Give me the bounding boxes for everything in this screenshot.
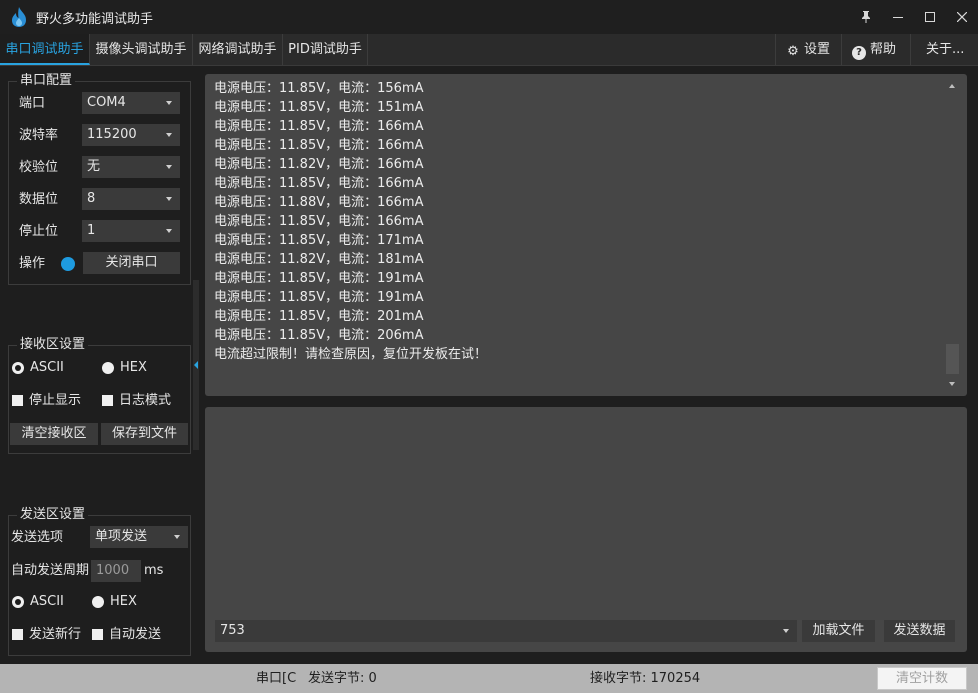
scroll-down-icon[interactable] bbox=[949, 382, 955, 386]
recv-line: 电源电压：11.82V，电流：181mA bbox=[214, 252, 424, 267]
port-status-text: 串口[C bbox=[256, 671, 297, 686]
close-port-button[interactable]: 关闭串口 bbox=[83, 252, 180, 274]
send-newline-label: 发送新行 bbox=[29, 627, 82, 642]
settings-button[interactable]: ⚙ 设置 bbox=[775, 34, 841, 65]
scrollbar-thumb[interactable] bbox=[946, 344, 959, 374]
recv-line: 电源电压：11.85V，电流：191mA bbox=[214, 271, 424, 286]
recv-line: 电源电压：11.85V，电流：166mA bbox=[214, 176, 424, 191]
tab-serial-debug[interactable]: 串口调试助手 bbox=[0, 34, 90, 65]
tab-pid-debug[interactable]: PID调试助手 bbox=[283, 34, 368, 65]
port-select[interactable]: COM4 bbox=[82, 92, 180, 114]
stop-display-checkbox[interactable] bbox=[12, 395, 23, 406]
stopbits-label: 停止位 bbox=[19, 224, 59, 239]
recv-line: 电源电压：11.85V，电流：156mA bbox=[214, 81, 424, 96]
chevron-down-icon bbox=[166, 165, 172, 169]
pin-icon[interactable] bbox=[850, 0, 882, 34]
minimize-icon[interactable] bbox=[882, 0, 914, 34]
send-option-label: 发送选项 bbox=[11, 530, 64, 545]
auto-period-input[interactable]: 1000 bbox=[91, 560, 141, 582]
send-data-button[interactable]: 发送数据 bbox=[884, 620, 955, 642]
parity-label: 校验位 bbox=[19, 160, 59, 175]
stop-display-label: 停止显示 bbox=[29, 393, 82, 408]
recv-line: 电源电压：11.85V，电流：166mA bbox=[214, 119, 424, 134]
send-hex-label: HEX bbox=[110, 594, 137, 609]
app-title: 野火多功能调试助手 bbox=[36, 11, 154, 27]
about-button[interactable]: 关于... bbox=[910, 34, 978, 65]
recv-line: 电源电压：11.85V，电流：171mA bbox=[214, 233, 424, 248]
tab-bar: 串口调试助手 摄像头调试助手 网络调试助手 PID调试助手 ⚙ 设置 ? 帮助 关于… bbox=[0, 34, 978, 66]
chevron-down-icon bbox=[174, 535, 180, 539]
recv-hex-label: HEX bbox=[120, 360, 147, 375]
recv-line: 电源电压：11.88V，电流：166mA bbox=[214, 195, 424, 210]
chevron-down-icon bbox=[166, 229, 172, 233]
send-input-combo[interactable]: 753 bbox=[215, 620, 797, 642]
send-ascii-radio[interactable] bbox=[12, 596, 24, 608]
serial-config-title: 串口配置 bbox=[17, 73, 76, 89]
chevron-down-icon bbox=[166, 197, 172, 201]
send-settings-title: 发送区设置 bbox=[17, 507, 89, 523]
status-bar: 串口[C 发送字节: 0 接收字节: 170254 清空计数 bbox=[0, 664, 978, 693]
recv-bytes-text: 接收字节: 170254 bbox=[590, 671, 701, 686]
maximize-icon[interactable] bbox=[914, 0, 946, 34]
auto-period-label: 自动发送周期 bbox=[11, 563, 90, 578]
send-ascii-label: ASCII bbox=[30, 594, 64, 609]
recv-settings-title: 接收区设置 bbox=[17, 337, 89, 353]
help-button[interactable]: ? 帮助 bbox=[841, 34, 910, 65]
send-hex-radio[interactable] bbox=[92, 596, 104, 608]
databits-select[interactable]: 8 bbox=[82, 188, 180, 210]
recv-line: 电源电压：11.85V，电流：206mA bbox=[214, 328, 424, 343]
recv-line: 电源电压：11.85V，电流：151mA bbox=[214, 100, 424, 115]
chevron-down-icon bbox=[166, 101, 172, 105]
gear-icon: ⚙ bbox=[787, 44, 799, 59]
recv-ascii-label: ASCII bbox=[30, 360, 64, 375]
port-label: 端口 bbox=[19, 96, 46, 111]
recv-line: 电流超过限制！请检查原因，复位开发板在试！ bbox=[214, 347, 488, 362]
recv-line: 电源电压：11.82V，电流：166mA bbox=[214, 157, 424, 172]
send-text-area[interactable]: 753 加载文件 发送数据 bbox=[205, 407, 967, 652]
flame-logo-icon bbox=[12, 7, 26, 27]
baud-label: 波特率 bbox=[19, 128, 59, 143]
period-unit-label: ms bbox=[144, 563, 164, 578]
recv-lines: 电源电压：11.85V，电流：156mA 电源电压：11.85V，电流：151m… bbox=[214, 79, 487, 364]
sent-bytes-text: 发送字节: 0 bbox=[308, 671, 377, 686]
log-mode-checkbox[interactable] bbox=[102, 395, 113, 406]
recv-ascii-radio[interactable] bbox=[12, 362, 24, 374]
recv-hex-radio[interactable] bbox=[102, 362, 114, 374]
recv-text-area[interactable]: 电源电压：11.85V，电流：156mA 电源电压：11.85V，电流：151m… bbox=[205, 74, 967, 396]
clear-recv-button[interactable]: 清空接收区 bbox=[10, 423, 98, 445]
stopbits-select[interactable]: 1 bbox=[82, 220, 180, 242]
collapse-arrow-icon[interactable] bbox=[194, 361, 198, 369]
operation-label: 操作 bbox=[19, 256, 46, 271]
clear-count-button[interactable]: 清空计数 bbox=[877, 667, 967, 690]
parity-select[interactable]: 无 bbox=[82, 156, 180, 178]
port-status-indicator bbox=[61, 257, 75, 271]
tab-camera-debug[interactable]: 摄像头调试助手 bbox=[90, 34, 193, 65]
auto-send-checkbox[interactable] bbox=[92, 629, 103, 640]
databits-label: 数据位 bbox=[19, 192, 59, 207]
load-file-button[interactable]: 加载文件 bbox=[802, 620, 875, 642]
send-newline-checkbox[interactable] bbox=[12, 629, 23, 640]
save-to-file-button[interactable]: 保存到文件 bbox=[101, 423, 188, 445]
scroll-up-icon[interactable] bbox=[949, 84, 955, 88]
baud-select[interactable]: 115200 bbox=[82, 124, 180, 146]
question-icon: ? bbox=[852, 46, 866, 60]
chevron-down-icon bbox=[783, 629, 789, 633]
auto-send-label: 自动发送 bbox=[109, 627, 162, 642]
chevron-down-icon bbox=[166, 133, 172, 137]
send-option-select[interactable]: 单项发送 bbox=[90, 526, 188, 548]
close-icon[interactable] bbox=[946, 0, 978, 34]
log-mode-label: 日志模式 bbox=[119, 393, 172, 408]
recv-line: 电源电压：11.85V，电流：201mA bbox=[214, 309, 424, 324]
recv-line: 电源电压：11.85V，电流：166mA bbox=[214, 214, 424, 229]
recv-line: 电源电压：11.85V，电流：166mA bbox=[214, 138, 424, 153]
tab-network-debug[interactable]: 网络调试助手 bbox=[193, 34, 283, 65]
title-bar: 野火多功能调试助手 bbox=[0, 0, 978, 34]
recv-line: 电源电压：11.85V，电流：191mA bbox=[214, 290, 424, 305]
